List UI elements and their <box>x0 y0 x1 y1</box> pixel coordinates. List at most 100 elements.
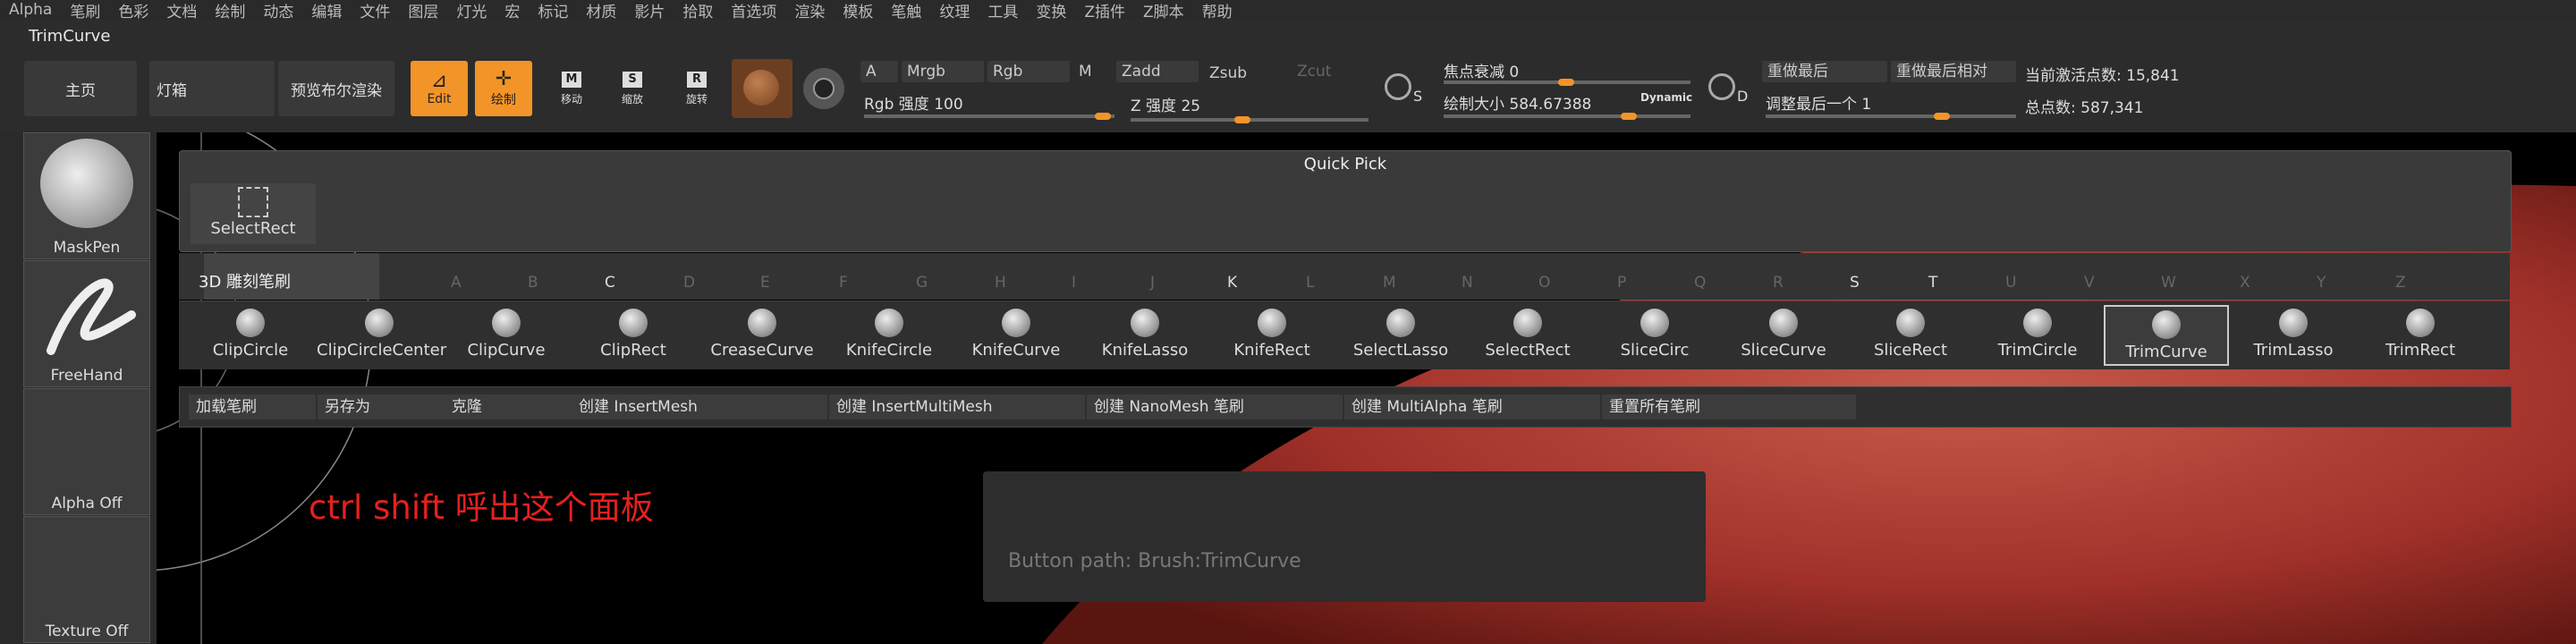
zcut-toggle[interactable]: Zcut <box>1292 61 1374 82</box>
menu-item[interactable]: 影片 <box>625 0 674 21</box>
m-toggle[interactable]: M <box>1073 61 1109 82</box>
alphabet-letter[interactable]: F <box>839 274 848 292</box>
brush-thumbnail-button[interactable]: MaskPen <box>23 132 150 259</box>
alphabet-letter[interactable]: R <box>1773 274 1784 292</box>
quick-pick-selectrect-button[interactable]: SelectRect <box>191 183 316 244</box>
brush-slicerect-button[interactable]: SliceRect <box>1848 305 1973 366</box>
brush-trimcircle-button[interactable]: TrimCircle <box>1975 305 2100 366</box>
menu-item[interactable]: 材质 <box>577 0 625 21</box>
menu-item[interactable]: Z脚本 <box>1134 0 1193 21</box>
brush-knifecircle-button[interactable]: KnifeCircle <box>826 305 952 366</box>
adjust-last-knob[interactable] <box>1934 113 1950 120</box>
alphabet-letter[interactable]: P <box>1617 274 1626 292</box>
brush-action-button[interactable]: 加载笔刷 <box>189 394 316 419</box>
scale-button[interactable]: S 缩放 <box>606 63 658 114</box>
draw-size-slider[interactable] <box>1444 114 1690 118</box>
brush-action-button[interactable]: 创建 MultiAlpha 笔刷 <box>1344 394 1600 419</box>
alphabet-letter[interactable]: K <box>1227 274 1237 292</box>
menu-item[interactable]: 动态 <box>254 0 302 21</box>
move-button[interactable]: M 移动 <box>546 63 597 114</box>
brush-knifelasso-button[interactable]: KnifeLasso <box>1082 305 1208 366</box>
alphabet-letter[interactable]: N <box>1462 274 1473 292</box>
a-toggle[interactable]: A <box>860 61 898 82</box>
z-intensity-knob[interactable] <box>1234 116 1250 123</box>
texture-thumbnail-button[interactable]: Texture Off <box>23 516 150 643</box>
menu-item[interactable]: 文档 <box>157 0 206 21</box>
brush-selectrect-button[interactable]: SelectRect <box>1465 305 1590 366</box>
alphabet-letter[interactable]: X <box>2240 274 2250 292</box>
alphabet-letter[interactable]: C <box>605 274 615 292</box>
home-button[interactable]: 主页 <box>24 61 137 116</box>
menu-item[interactable]: 工具 <box>979 0 1027 21</box>
dynamesh-button[interactable]: D <box>1705 64 1755 114</box>
alphabet-letter[interactable]: V <box>2084 274 2095 292</box>
menu-item[interactable]: 笔刷 <box>61 0 109 21</box>
brush-slicecurve-button[interactable]: SliceCurve <box>1721 305 1846 366</box>
brush-action-button[interactable]: 创建 NanoMesh 笔刷 <box>1087 394 1343 419</box>
mrgb-toggle[interactable]: Mrgb <box>902 61 984 82</box>
redo-last-button[interactable]: 重做最后 <box>1762 61 1887 82</box>
adjust-last-slider[interactable] <box>1766 114 2016 118</box>
brush-cliprect-button[interactable]: ClipRect <box>571 305 696 366</box>
draw-size-knob[interactable] <box>1621 113 1637 120</box>
menu-item[interactable]: 灯光 <box>447 0 496 21</box>
rgb-intensity-knob[interactable] <box>1095 113 1111 120</box>
brush-selectlasso-button[interactable]: SelectLasso <box>1338 305 1463 366</box>
stroke-thumbnail-button[interactable]: FreeHand <box>23 260 150 387</box>
alphabet-letter[interactable]: O <box>1538 274 1550 292</box>
brush-action-button[interactable]: 创建 InsertMesh <box>572 394 827 419</box>
alphabet-letter[interactable]: D <box>683 274 695 292</box>
focal-shift-knob[interactable] <box>1558 79 1574 86</box>
menu-item[interactable]: 编辑 <box>302 0 351 21</box>
redo-last-relative-button[interactable]: 重做最后相对 <box>1891 61 2016 82</box>
alphabet-letter[interactable]: A <box>451 274 462 292</box>
brush-kniferect-button[interactable]: KnifeRect <box>1209 305 1335 366</box>
alphabet-letter[interactable]: Z <box>2395 274 2406 292</box>
brush-slicecirc-button[interactable]: SliceCirc <box>1592 305 1717 366</box>
brush-action-button[interactable]: 重置所有笔刷 <box>1602 394 1856 419</box>
edit-button[interactable]: ⊿ Edit <box>411 61 468 116</box>
lazy-mouse-button[interactable]: S <box>1381 64 1431 114</box>
brush-action-button[interactable]: 克隆 <box>445 394 572 419</box>
menu-item[interactable]: 色彩 <box>109 0 157 21</box>
brush-action-button[interactable]: 创建 InsertMultiMesh <box>829 394 1085 419</box>
menu-item[interactable]: 文件 <box>351 0 399 21</box>
dynamic-toggle[interactable]: Dynamic <box>1640 91 1692 104</box>
alphabet-letter[interactable]: H <box>995 274 1006 292</box>
brush-action-button[interactable]: 另存为 <box>318 394 445 419</box>
menu-item[interactable]: 模板 <box>834 0 882 21</box>
menu-item[interactable]: 渲染 <box>785 0 834 21</box>
brush-clipcircle-button[interactable]: ClipCircle <box>188 305 313 366</box>
menu-item[interactable]: 宏 <box>496 0 529 21</box>
alphabet-letter[interactable]: I <box>1072 274 1076 292</box>
menu-item[interactable]: 变换 <box>1027 0 1075 21</box>
brush-trimrect-button[interactable]: TrimRect <box>2358 305 2483 366</box>
menu-item[interactable]: 标记 <box>529 0 577 21</box>
brush-trimlasso-button[interactable]: TrimLasso <box>2231 305 2356 366</box>
color-picker-button[interactable] <box>803 68 844 109</box>
alphabet-letter[interactable]: Q <box>1694 274 1706 292</box>
menu-item[interactable]: 帮助 <box>1193 0 1241 21</box>
rgb-intensity-slider[interactable] <box>864 114 1114 118</box>
brush-clipcurve-button[interactable]: ClipCurve <box>444 305 569 366</box>
menu-item[interactable]: 拾取 <box>674 0 722 21</box>
rgb-toggle[interactable]: Rgb <box>987 61 1070 82</box>
lightbox-button[interactable]: 灯箱 <box>149 61 275 116</box>
alphabet-letter[interactable]: J <box>1150 274 1155 292</box>
zadd-toggle[interactable]: Zadd <box>1116 61 1199 82</box>
menu-item[interactable]: 笔触 <box>882 0 930 21</box>
zsub-toggle[interactable]: Zsub <box>1204 63 1286 84</box>
alphabet-letter[interactable]: G <box>916 274 928 292</box>
alphabet-letter[interactable]: S <box>1850 274 1860 292</box>
menu-item[interactable]: 首选项 <box>722 0 785 21</box>
menu-item[interactable]: Alpha <box>0 1 61 19</box>
preview-boolean-render-button[interactable]: 预览布尔渲染 <box>278 61 394 116</box>
menu-item[interactable]: 纹理 <box>930 0 979 21</box>
brush-creasecurve-button[interactable]: CreaseCurve <box>699 305 825 366</box>
alpha-thumbnail-button[interactable]: Alpha Off <box>23 388 150 515</box>
brush-trimcurve-button[interactable]: TrimCurve <box>2104 305 2229 366</box>
brush-knifecurve-button[interactable]: KnifeCurve <box>953 305 1079 366</box>
material-button[interactable] <box>732 59 792 118</box>
alphabet-letter[interactable]: Y <box>2317 274 2326 292</box>
alphabet-letter[interactable]: W <box>2161 274 2176 292</box>
